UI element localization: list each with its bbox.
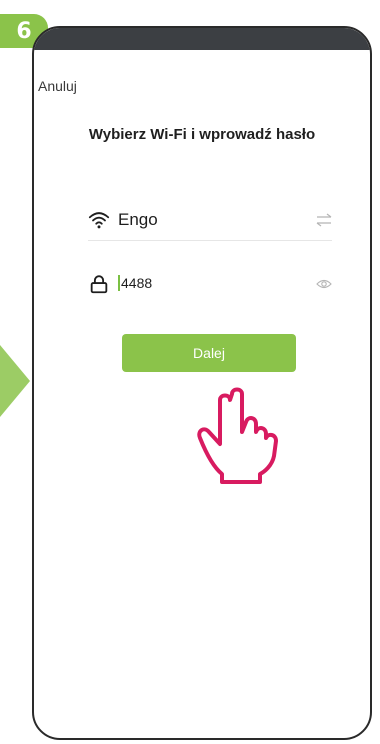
page-title: Wybierz Wi-Fi i wprowadź hasło <box>88 126 316 143</box>
eye-icon[interactable] <box>316 277 332 291</box>
wifi-selector[interactable]: Engo <box>88 200 332 241</box>
hand-pointer-icon <box>197 387 278 484</box>
cancel-button[interactable]: Anuluj <box>38 78 77 94</box>
wifi-network-name: Engo <box>118 210 158 229</box>
swap-icon[interactable] <box>316 213 332 227</box>
wifi-icon <box>88 212 110 229</box>
password-input[interactable]: 4488 <box>118 275 152 291</box>
previous-step-arrow-icon <box>0 345 30 417</box>
next-button[interactable]: Dalej <box>122 334 296 372</box>
password-field[interactable]: 4488 <box>88 264 332 304</box>
phone-frame: Anuluj Wybierz Wi-Fi i wprowadź hasło En… <box>32 26 372 740</box>
status-bar <box>34 28 370 50</box>
lock-icon <box>90 275 108 294</box>
